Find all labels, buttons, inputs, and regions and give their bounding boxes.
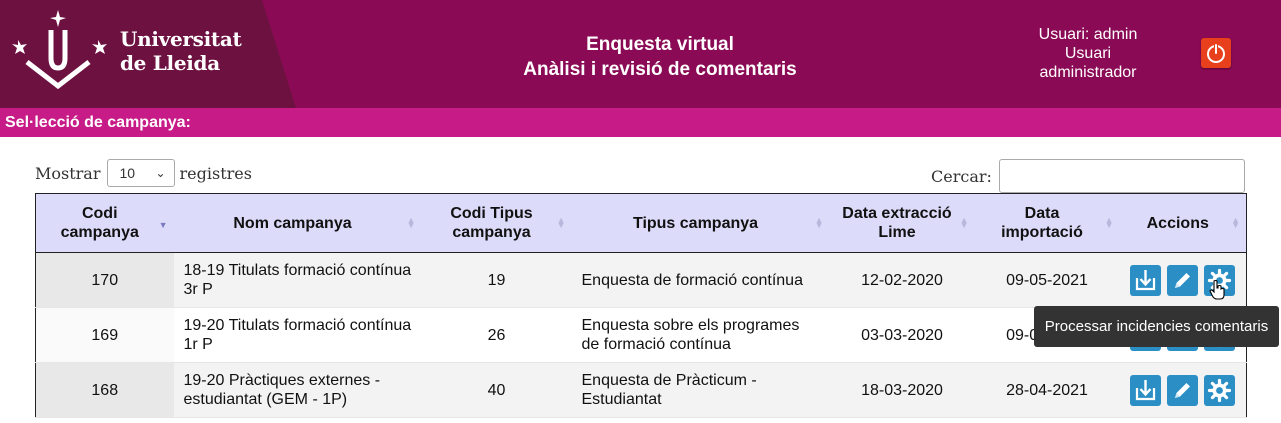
- power-icon: [1207, 44, 1225, 63]
- brand-name: Universitat de Lleida: [120, 27, 242, 75]
- cell-name: 18-19 Titulats formació contínua 3r P: [173, 252, 422, 308]
- user-line3: administrador: [1039, 64, 1137, 81]
- page-length-control: Mostrar 10 ⌄ registres: [35, 159, 252, 187]
- column-header-actions[interactable]: Accions ▲ ▼: [1119, 193, 1247, 253]
- cell-type-code: 40: [421, 362, 572, 418]
- page-title-line1: Enquesta virtual: [586, 34, 734, 55]
- download-icon: [1136, 269, 1156, 290]
- cell-code: 170: [35, 252, 174, 308]
- cell-code: 169: [35, 307, 174, 363]
- gear-icon: [1208, 378, 1232, 402]
- edit-button[interactable]: [1167, 264, 1199, 296]
- sort-icon: ▲ ▼: [1231, 215, 1240, 230]
- page-size-value: 10: [119, 165, 136, 181]
- cell-extraction-date: 12-02-2020: [829, 252, 975, 308]
- search-label: Cercar:: [931, 166, 992, 186]
- sort-icon: ▲ ▼: [556, 215, 566, 230]
- page-title-line2: Anàlisi i revisió de comentaris: [523, 59, 797, 80]
- column-header-extraction-date[interactable]: Data extracció Lime ▲ ▼: [829, 193, 975, 253]
- university-logo[interactable]: Universitat de Lleida: [0, 0, 296, 108]
- process-comments-button[interactable]: [1204, 374, 1236, 406]
- cell-import-date: 09-05-2021: [974, 252, 1120, 308]
- sort-icon: ▲ ▼: [959, 215, 969, 230]
- cell-extraction-date: 03-03-2020: [829, 307, 975, 363]
- download-icon: [1136, 379, 1156, 400]
- section-label: Sel·lecció de campanya:: [5, 114, 191, 131]
- page-title: Enquesta virtual Anàlisi i revisió de co…: [460, 32, 860, 82]
- table-row[interactable]: 170 18-19 Titulats formació contínua 3r …: [35, 252, 1247, 308]
- records-label: registres: [179, 163, 252, 183]
- brand-line1: Universitat: [120, 27, 242, 51]
- cell-type: Enquesta de formació contínua: [571, 252, 830, 308]
- cell-actions: [1119, 362, 1247, 418]
- user-info: Usuari: admin Usuari administrador: [1018, 25, 1158, 82]
- table-header-row: Codi campanya ▲ ▼ Nom campanya ▲ ▼ Codi Ti…: [35, 193, 1247, 253]
- pencil-icon: [1175, 382, 1191, 398]
- action-tooltip: Processar incidencies comentaris: [1034, 306, 1279, 347]
- download-button[interactable]: [1130, 264, 1162, 296]
- cell-extraction-date: 18-03-2020: [829, 362, 975, 418]
- campaign-selection-bar: Sel·lecció de campanya:: [0, 108, 1281, 137]
- cell-name: 19-20 Pràctiques externes - estudiantat …: [173, 362, 422, 418]
- column-header-type[interactable]: Tipus campanya ▲ ▼: [571, 193, 830, 253]
- sort-desc-icon: ▲ ▼: [158, 215, 168, 230]
- column-header-import-date[interactable]: Data importació ▲ ▼: [974, 193, 1120, 253]
- table-row[interactable]: 168 19-20 Pràctiques externes - estudian…: [35, 362, 1247, 418]
- cell-code: 168: [35, 362, 174, 418]
- chevron-down-icon: ⌄: [155, 166, 166, 180]
- cell-import-date: 28-04-2021: [974, 362, 1120, 418]
- hand-cursor-icon: [1209, 279, 1225, 300]
- cell-type-code: 19: [421, 252, 572, 308]
- download-button[interactable]: [1130, 374, 1162, 406]
- edit-button[interactable]: [1167, 374, 1199, 406]
- user-line1: Usuari: admin: [1038, 26, 1138, 43]
- pencil-icon: [1175, 272, 1191, 288]
- column-header-type-code[interactable]: Codi Tipus campanya ▲ ▼: [421, 193, 572, 253]
- sort-icon: ▲ ▼: [1104, 215, 1114, 230]
- cell-type-code: 26: [421, 307, 572, 363]
- brand-line2: de Lleida: [120, 51, 220, 75]
- cell-type: Enquesta sobre els programes de formació…: [571, 307, 830, 363]
- app-header: Universitat de Lleida Enquesta virtual A…: [0, 0, 1281, 108]
- search-input[interactable]: [998, 159, 1245, 193]
- column-header-name[interactable]: Nom campanya ▲ ▼: [173, 193, 422, 253]
- user-line2: Usuari: [1064, 45, 1112, 62]
- logout-button[interactable]: [1201, 38, 1231, 68]
- page-size-select[interactable]: 10 ⌄: [106, 159, 175, 187]
- sort-icon: ▲ ▼: [406, 215, 416, 230]
- search-control: Cercar:: [931, 159, 1245, 193]
- cell-name: 19-20 Titulats formació contínua 1r P: [173, 307, 422, 363]
- show-label: Mostrar: [35, 163, 101, 183]
- cell-type: Enquesta de Pràcticum - Estudiantat: [571, 362, 830, 418]
- sort-icon: ▲ ▼: [814, 215, 824, 230]
- column-header-code[interactable]: Codi campanya ▲ ▼: [35, 193, 174, 253]
